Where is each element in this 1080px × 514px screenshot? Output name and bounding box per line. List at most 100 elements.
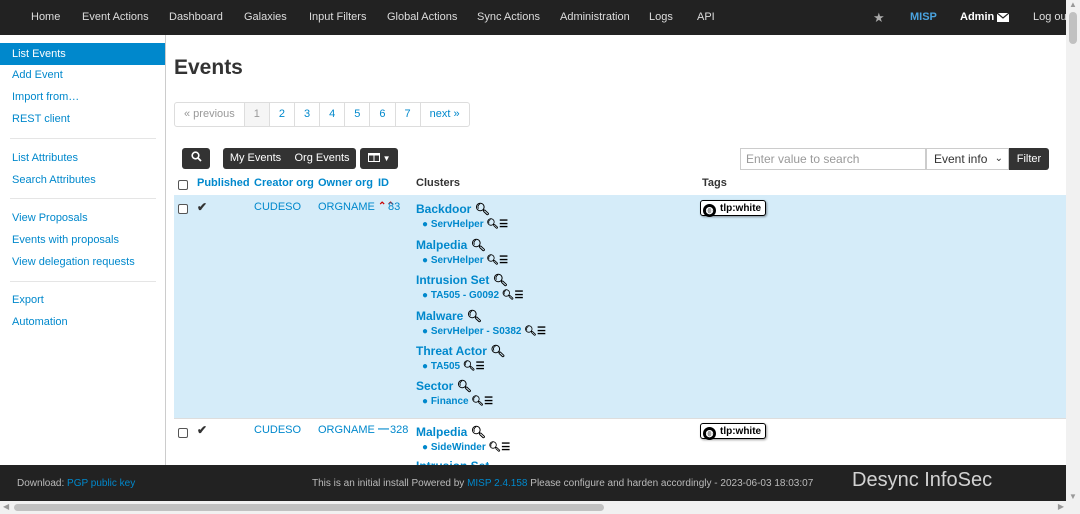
nav-galaxies[interactable]: Galaxies <box>244 0 287 35</box>
search-field-select[interactable]: Event info ⌄ <box>926 148 1009 170</box>
vertical-scrollbar[interactable]: ▲ ▼ <box>1066 0 1080 501</box>
search-icon[interactable]: 🔍︎ <box>457 379 472 393</box>
scrollbar-thumb[interactable] <box>14 504 604 511</box>
search-icon[interactable]: 🔍︎ <box>486 255 499 266</box>
search-icon[interactable]: 🔍︎ <box>489 442 502 453</box>
envelope-icon[interactable] <box>997 13 1009 22</box>
filter-button[interactable]: Filter <box>1009 148 1049 170</box>
cluster-value[interactable]: ● TA505 - G0092 🔍︎☰ <box>422 290 523 301</box>
scroll-left-icon[interactable]: ◀ <box>3 502 9 511</box>
sidebar-item-automation[interactable]: Automation <box>12 316 68 328</box>
column-header-id[interactable]: ID <box>378 177 389 189</box>
nav-user[interactable]: Admin <box>960 0 994 35</box>
version-link[interactable]: MISP 2.4.158 <box>467 478 527 489</box>
sidebar-item-view-delegation-requests[interactable]: View delegation requests <box>12 256 135 268</box>
tag-badge[interactable]: ◍ tlp:white <box>700 200 767 217</box>
columns-dropdown-button[interactable]: ▼ <box>360 148 398 169</box>
creator-org-link[interactable]: CUDESO <box>254 201 301 213</box>
list-icon[interactable]: ☰ <box>484 396 493 407</box>
owner-org-link[interactable]: ORGNAME <box>318 201 375 213</box>
org-events-button[interactable]: Org Events <box>288 148 356 169</box>
scrollbar-thumb[interactable] <box>1069 12 1077 44</box>
nav-brand[interactable]: MISP <box>910 0 937 35</box>
select-all-checkbox[interactable] <box>178 180 188 190</box>
cluster-name[interactable]: Threat Actor 🔍︎ <box>416 344 505 358</box>
pagination-page[interactable]: 7 <box>396 103 421 126</box>
cluster-name[interactable]: Malpedia 🔍︎ <box>416 238 486 252</box>
list-icon[interactable]: ☰ <box>515 290 524 301</box>
list-icon[interactable]: ☰ <box>501 442 510 453</box>
search-icon[interactable]: 🔍︎ <box>467 309 482 323</box>
search-icon[interactable]: 🔍︎ <box>502 290 515 301</box>
row-checkbox[interactable] <box>178 204 188 214</box>
sidebar-item-import-from[interactable]: Import from… <box>12 91 79 103</box>
row-checkbox[interactable] <box>178 428 188 438</box>
sidebar-item-export[interactable]: Export <box>12 294 44 306</box>
cluster-name[interactable]: Backdoor 🔍︎ <box>416 202 490 216</box>
sidebar-item-search-attributes[interactable]: Search Attributes <box>12 174 96 186</box>
cluster-value[interactable]: ● ServHelper 🔍︎☰ <box>422 219 508 230</box>
search-icon[interactable]: 🔍︎ <box>524 326 537 337</box>
nav-sync-actions[interactable]: Sync Actions <box>477 0 540 35</box>
nav-home[interactable]: Home <box>31 0 60 35</box>
cluster-name[interactable]: Malpedia 🔍︎ <box>416 425 486 439</box>
nav-logout[interactable]: Log out <box>1033 0 1070 35</box>
cluster-value[interactable]: ● Finance 🔍︎☰ <box>422 396 493 407</box>
sidebar-item-list-attributes[interactable]: List Attributes <box>12 152 78 164</box>
list-icon[interactable]: ☰ <box>537 326 546 337</box>
search-icon[interactable]: 🔍︎ <box>471 238 486 252</box>
pagination-page[interactable]: 5 <box>345 103 371 126</box>
sidebar-item-list-events[interactable]: List Events <box>0 43 165 65</box>
horizontal-scrollbar[interactable]: ◀ ▶ <box>0 501 1080 514</box>
nav-event-actions[interactable]: Event Actions <box>82 0 149 35</box>
search-icon[interactable]: 🔍︎ <box>475 202 490 216</box>
event-id-link[interactable]: 328 <box>390 424 408 436</box>
nav-dashboard[interactable]: Dashboard <box>169 0 223 35</box>
column-header-owner-org[interactable]: Owner org <box>318 177 373 189</box>
search-icon[interactable]: 🔍︎ <box>471 396 484 407</box>
star-icon[interactable]: ★ <box>873 0 885 35</box>
pagination-page[interactable]: 2 <box>270 103 296 126</box>
creator-org-link[interactable]: CUDESO <box>254 424 301 436</box>
cluster-value[interactable]: ● ServHelper - S0382 🔍︎☰ <box>422 326 546 337</box>
nav-global-actions[interactable]: Global Actions <box>387 0 457 35</box>
sidebar-item-view-proposals[interactable]: View Proposals <box>12 212 88 224</box>
sidebar-item-rest-client[interactable]: REST client <box>12 113 70 125</box>
scroll-down-icon[interactable]: ▼ <box>1069 492 1077 501</box>
cluster-name[interactable]: Sector 🔍︎ <box>416 379 472 393</box>
cluster-name[interactable]: Malware 🔍︎ <box>416 309 482 323</box>
owner-org-link[interactable]: ORGNAME <box>318 424 375 436</box>
list-icon[interactable]: ☰ <box>476 361 485 372</box>
cluster-value[interactable]: ● ServHelper 🔍︎☰ <box>422 255 508 266</box>
column-header-creator-org[interactable]: Creator org <box>254 177 314 189</box>
cluster-value[interactable]: ● TA505 🔍︎☰ <box>422 361 485 372</box>
nav-administration[interactable]: Administration <box>560 0 630 35</box>
pagination-page[interactable]: 6 <box>370 103 396 126</box>
event-id-link[interactable]: 83 <box>388 201 400 213</box>
list-icon[interactable]: ☰ <box>499 255 508 266</box>
nav-logs[interactable]: Logs <box>649 0 673 35</box>
search-icon[interactable]: 🔍︎ <box>471 425 486 439</box>
pgp-key-link[interactable]: PGP public key <box>67 478 135 489</box>
column-header-published[interactable]: Published <box>197 177 250 189</box>
scroll-up-icon[interactable]: ▲ <box>1069 0 1077 9</box>
pagination-next[interactable]: next » <box>421 103 469 126</box>
my-events-button[interactable]: My Events <box>223 148 288 169</box>
list-icon[interactable]: ☰ <box>499 219 508 230</box>
search-input[interactable]: Enter value to search <box>740 148 926 170</box>
scroll-right-icon[interactable]: ▶ <box>1058 502 1064 511</box>
search-icon[interactable]: 🔍︎ <box>490 344 505 358</box>
cluster-name[interactable]: Intrusion Set 🔍︎ <box>416 273 508 287</box>
search-button[interactable] <box>182 148 210 169</box>
sidebar-item-events-with-proposals[interactable]: Events with proposals <box>12 234 119 246</box>
search-icon[interactable]: 🔍︎ <box>463 361 476 372</box>
pagination-page[interactable]: 3 <box>295 103 321 126</box>
nav-api[interactable]: API <box>697 0 715 35</box>
sidebar-item-add-event[interactable]: Add Event <box>12 69 63 81</box>
cluster-value[interactable]: ● SideWinder 🔍︎☰ <box>422 442 510 453</box>
nav-input-filters[interactable]: Input Filters <box>309 0 366 35</box>
search-icon[interactable]: 🔍︎ <box>486 219 499 230</box>
pagination-page[interactable]: 4 <box>320 103 346 126</box>
tag-badge[interactable]: ◍ tlp:white <box>700 423 767 440</box>
search-icon[interactable]: 🔍︎ <box>493 273 508 287</box>
